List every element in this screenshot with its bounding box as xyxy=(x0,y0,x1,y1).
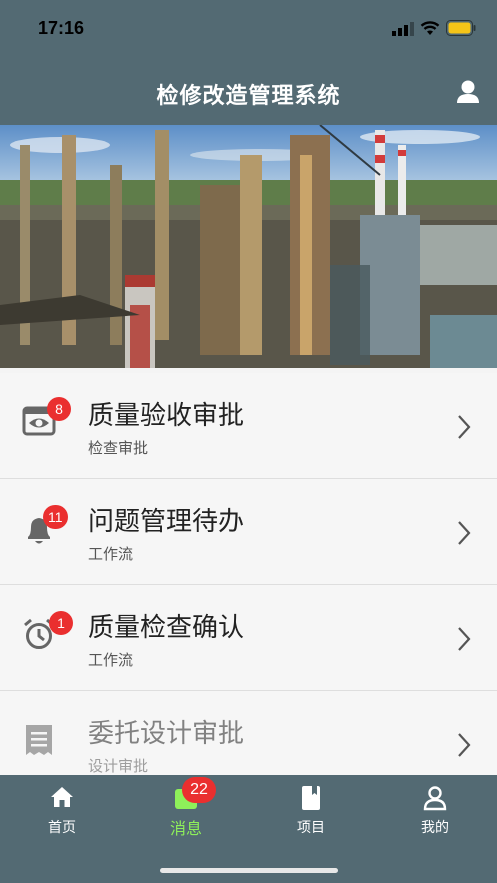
list-item-subtitle: 设计审批 xyxy=(88,757,149,775)
home-icon xyxy=(51,787,73,807)
chevron-right-icon xyxy=(458,733,471,757)
tab-projects[interactable]: 项目 xyxy=(249,775,373,845)
chevron-right-icon xyxy=(458,521,471,545)
list-item[interactable]: 委托设计审批 设计审批 xyxy=(0,691,497,775)
todo-list: 8 质量验收审批 检查审批 11 问题管理待办 工作流 1 质量检查确认 工作流 xyxy=(0,373,497,775)
tab-label: 首页 xyxy=(48,820,76,836)
tab-label: 我的 xyxy=(421,820,449,836)
list-item-subtitle: 工作流 xyxy=(88,545,134,563)
badge-count: 22 xyxy=(182,777,216,803)
badge-count: 1 xyxy=(49,611,73,635)
page-title: 检修改造管理系统 xyxy=(156,84,341,109)
tab-messages[interactable]: 22 消息 xyxy=(124,775,248,845)
tab-label: 项目 xyxy=(297,820,325,836)
list-item-title: 质量验收审批 xyxy=(88,401,245,431)
tab-mine[interactable]: 我的 xyxy=(373,775,497,845)
cellular-signal-icon xyxy=(392,22,414,36)
list-item[interactable]: 11 问题管理待办 工作流 xyxy=(0,479,497,585)
badge-count: 11 xyxy=(43,505,68,529)
status-time: 17:16 xyxy=(38,18,85,38)
list-item[interactable]: 8 质量验收审批 检查审批 xyxy=(0,373,497,479)
list-item-subtitle: 检查审批 xyxy=(88,439,149,457)
top-bar: 17:16 检修改造管理系统 xyxy=(0,0,497,125)
book-icon xyxy=(302,786,320,810)
tab-label: 消息 xyxy=(169,819,202,838)
tab-home[interactable]: 首页 xyxy=(0,775,124,845)
battery-icon xyxy=(446,20,476,36)
person-icon xyxy=(423,786,447,811)
bottom-tab-bar: 首页 22 消息 项目 我的 xyxy=(0,775,497,883)
wifi-icon xyxy=(420,21,440,35)
list-item[interactable]: 1 质量检查确认 工作流 xyxy=(0,585,497,691)
receipt-icon xyxy=(26,725,52,755)
badge-count: 8 xyxy=(47,397,71,421)
list-item-title: 委托设计审批 xyxy=(88,719,245,749)
list-item-subtitle: 工作流 xyxy=(88,651,134,669)
chevron-right-icon xyxy=(458,415,471,439)
list-item-title: 质量检查确认 xyxy=(88,613,245,643)
banner-image xyxy=(0,125,497,368)
chevron-right-icon xyxy=(458,627,471,651)
status-bar: 17:16 xyxy=(0,0,497,56)
user-icon[interactable] xyxy=(452,78,484,108)
list-item-title: 问题管理待办 xyxy=(88,507,245,537)
home-indicator[interactable] xyxy=(160,868,338,873)
